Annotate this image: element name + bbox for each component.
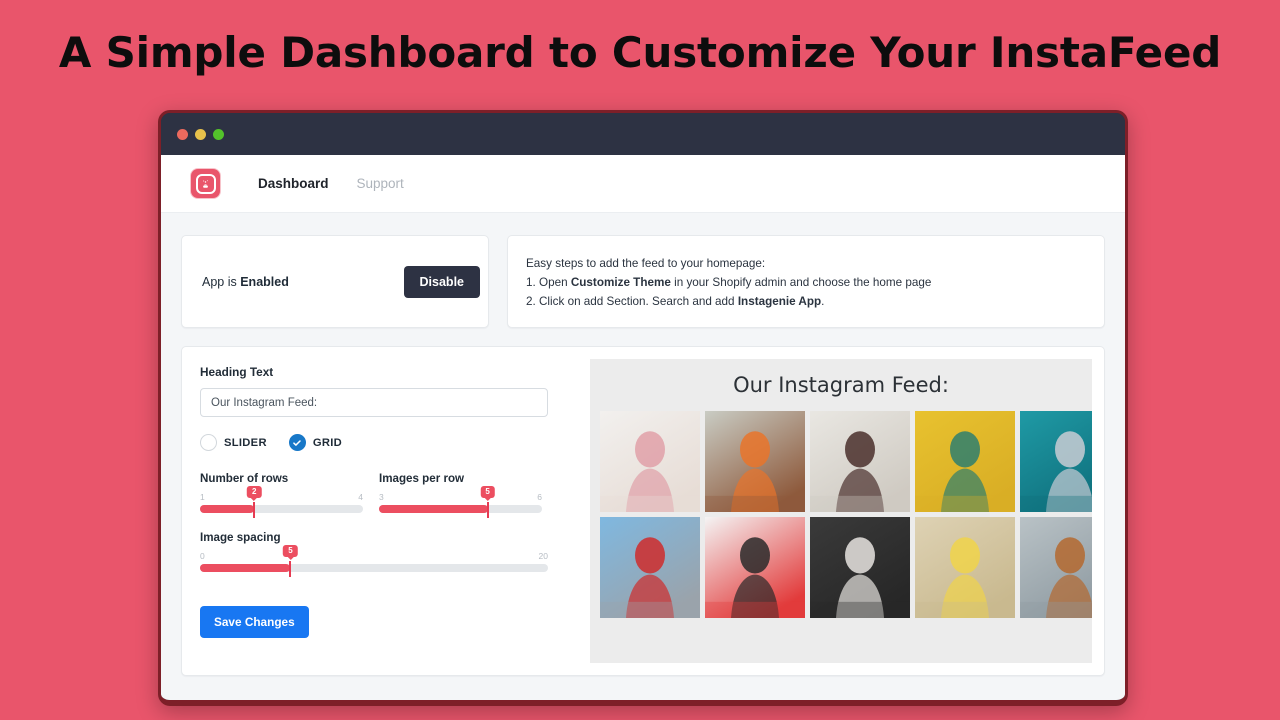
slider-value-spacing: 5	[283, 545, 298, 557]
radio-label-grid: GRID	[312, 436, 342, 449]
top-cards-row: App is Enabled Disable Easy steps to add…	[181, 235, 1105, 328]
slider-title-spacing: Image spacing	[200, 531, 281, 544]
slider-number-of-rows: Number of rows 1 4 2	[200, 472, 363, 518]
preview-image-tile[interactable]	[600, 411, 700, 512]
page-content: App is Enabled Disable Easy steps to add…	[161, 213, 1125, 676]
heading-text-input[interactable]	[200, 388, 548, 417]
app-status-card: App is Enabled Disable	[181, 235, 489, 328]
preview-image-tile[interactable]	[915, 517, 1015, 618]
slider-value-rows: 2	[247, 486, 262, 498]
slider-thumb-rows[interactable]	[253, 502, 256, 518]
customizer-panel: Heading Text SLIDER	[181, 346, 1105, 676]
step2-bold: Instagenie App	[737, 295, 822, 308]
preview-image-tile[interactable]	[915, 411, 1015, 512]
settings-column: Heading Text SLIDER	[182, 347, 564, 675]
radio-mark-grid	[288, 434, 306, 451]
preview-image-grid	[600, 411, 1092, 618]
slider-max-spacing: 20	[538, 551, 548, 561]
step2-pre: 2. Click on add Section. Search and add	[526, 295, 738, 308]
radio-option-grid[interactable]: GRID	[288, 434, 342, 451]
preview-image-row	[600, 517, 1092, 618]
steps-item-1: 1. Open Customize Theme in your Shopify …	[526, 273, 1084, 292]
slider-min-images: 3	[379, 492, 384, 502]
slider-track-rows[interactable]: 2	[200, 486, 363, 518]
preview-image-row	[600, 411, 1092, 512]
browser-window: Dashboard Support App is Enabled Disable…	[158, 110, 1128, 706]
layout-radio-group: SLIDER GRID	[200, 434, 542, 451]
app-viewport: Dashboard Support App is Enabled Disable…	[161, 155, 1125, 700]
preview-image-tile[interactable]	[810, 517, 910, 618]
preview-heading: Our Instagram Feed:	[733, 373, 949, 397]
preview-image-tile[interactable]	[705, 411, 805, 512]
step1-post: in your Shopify admin and choose the hom…	[670, 276, 932, 289]
setup-steps-card: Easy steps to add the feed to your homep…	[507, 235, 1105, 328]
slider-min-rows: 1	[200, 492, 205, 502]
nav-link-dashboard[interactable]: Dashboard	[258, 176, 329, 191]
steps-item-2: 2. Click on add Section. Search and add …	[526, 292, 1084, 311]
steps-intro: Easy steps to add the feed to your homep…	[526, 257, 766, 270]
preview-image-tile[interactable]	[1020, 411, 1092, 512]
preview-image-tile[interactable]	[600, 517, 700, 618]
minimize-icon[interactable]	[195, 128, 206, 140]
step2-post: .	[821, 295, 825, 308]
radio-label-slider: SLIDER	[224, 436, 267, 449]
slider-images-per-row: Images per row 3 6 5	[379, 472, 542, 518]
preview-image-tile[interactable]	[705, 517, 805, 618]
slider-value-images: 5	[480, 486, 495, 498]
slider-track-spacing[interactable]: 5	[200, 545, 548, 577]
step1-bold: Customize Theme	[570, 276, 671, 289]
save-changes-button[interactable]: Save Changes	[200, 606, 309, 638]
slider-title-rows: Number of rows	[200, 472, 289, 485]
preview-image-tile[interactable]	[810, 411, 910, 512]
radio-mark-slider	[200, 434, 217, 451]
slider-track-images[interactable]: 5	[379, 486, 542, 518]
app-status-value: Enabled	[240, 274, 289, 289]
slider-image-spacing: Image spacing 0 20 5	[200, 531, 548, 577]
preview-image-tile[interactable]	[1020, 517, 1092, 618]
feed-preview: Our Instagram Feed:	[590, 359, 1092, 663]
slider-max-images: 6	[537, 492, 542, 502]
step1-pre: 1. Open	[526, 276, 571, 289]
disable-app-button[interactable]: Disable	[403, 265, 480, 298]
maximize-icon[interactable]	[213, 128, 224, 140]
close-icon[interactable]	[177, 128, 188, 140]
slider-fill-rows	[200, 505, 255, 513]
slider-min-spacing: 0	[200, 551, 205, 561]
heading-text-label: Heading Text	[200, 365, 274, 379]
slider-row: Number of rows 1 4 2 Images per row 3 6 …	[200, 472, 542, 518]
slider-fill-spacing	[200, 564, 291, 572]
instagenie-logo-icon[interactable]	[191, 169, 220, 198]
slider-title-images: Images per row	[379, 472, 465, 485]
slider-fill-images	[379, 505, 488, 513]
radio-option-slider[interactable]: SLIDER	[200, 434, 267, 451]
app-status-prefix: App is	[202, 274, 241, 289]
nav-links: Dashboard Support	[258, 176, 404, 191]
slider-max-rows: 4	[358, 492, 363, 502]
nav-link-support[interactable]: Support	[357, 176, 404, 191]
window-titlebar	[161, 113, 1125, 155]
app-status-text: App is Enabled	[202, 275, 289, 289]
slider-thumb-spacing[interactable]	[289, 561, 292, 577]
app-navbar: Dashboard Support	[161, 155, 1125, 213]
slider-thumb-images[interactable]	[486, 502, 489, 518]
page-title: A Simple Dashboard to Customize Your Ins…	[58, 28, 1222, 77]
